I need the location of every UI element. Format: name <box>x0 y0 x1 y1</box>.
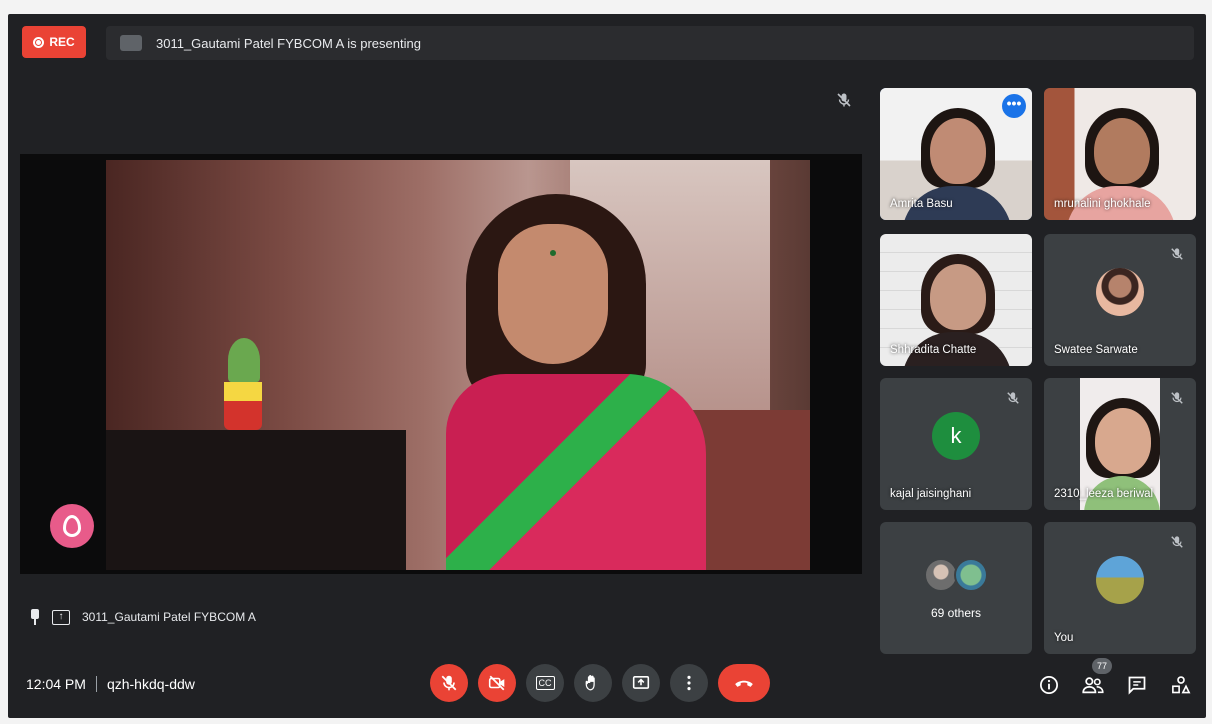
mic-off-icon <box>1171 248 1183 260</box>
mic-off-icon <box>1171 392 1183 404</box>
participant-tile[interactable]: ••• Amrita Basu <box>880 88 1032 220</box>
meeting-info: 12:04 PM qzh-hkdq-ddw <box>26 676 195 692</box>
presentation-icon <box>120 35 142 51</box>
participant-tile[interactable]: k kajal jaisinghani <box>880 378 1032 510</box>
avatar <box>924 557 958 592</box>
more-options-button[interactable] <box>670 664 708 702</box>
participant-tile[interactable]: Swatee Sarwate <box>1044 234 1196 366</box>
pin-icon[interactable] <box>30 609 40 625</box>
present-screen-icon: ↑ <box>52 609 70 625</box>
mic-off-icon <box>1007 392 1019 404</box>
meet-window: REC 3011_Gautami Patel FYBCOM A is prese… <box>8 14 1206 718</box>
participant-grid: ••• Amrita Basu mrunalini ghokhale Shhra… <box>880 88 1198 654</box>
participant-tile[interactable]: Shhradita Chatte <box>880 234 1032 366</box>
mic-off-icon <box>837 93 851 107</box>
presenter-name: 3011_Gautami Patel FYBCOM A <box>82 610 256 624</box>
divider <box>95 676 97 692</box>
plant-image <box>228 338 260 382</box>
recording-indicator[interactable]: REC <box>22 26 86 58</box>
recording-label: REC <box>49 35 75 49</box>
mic-off-icon <box>1171 536 1183 548</box>
participant-name: mrunalini ghokhale <box>1054 198 1151 210</box>
others-count: 69 others <box>930 606 982 620</box>
others-avatars <box>924 557 988 592</box>
hand-icon <box>585 675 595 691</box>
call-controls: CC <box>430 664 770 702</box>
present-icon <box>632 676 650 689</box>
side-panel-buttons: 77 <box>1038 658 1192 696</box>
participant-tile[interactable]: mrunalini ghokhale <box>1044 88 1196 220</box>
self-tile[interactable]: You <box>1044 522 1196 654</box>
presenter-video-frame <box>106 160 810 570</box>
self-label: You <box>1054 632 1074 644</box>
presentation-video <box>20 154 862 574</box>
captions-button[interactable]: CC <box>526 664 564 702</box>
plant-pot-image <box>224 382 262 430</box>
channel-logo <box>50 504 94 548</box>
people-icon <box>1082 677 1104 694</box>
presenter-caption: ↑ 3011_Gautami Patel FYBCOM A <box>30 609 256 625</box>
presenting-text: 3011_Gautami Patel FYBCOM A is presentin… <box>156 35 421 51</box>
camera-toggle-button[interactable] <box>478 664 516 702</box>
record-icon <box>33 36 45 48</box>
meeting-details-button[interactable] <box>1038 674 1060 696</box>
meeting-time: 12:04 PM <box>26 676 86 692</box>
info-icon <box>1040 676 1058 694</box>
main-stage <box>8 74 866 614</box>
end-call-icon <box>735 680 753 687</box>
participant-count-badge: 77 <box>1092 658 1112 674</box>
participant-name: Shhradita Chatte <box>890 344 977 356</box>
activities-button[interactable] <box>1170 674 1192 696</box>
participant-tile[interactable]: 2310_leeza beriwal <box>1044 378 1196 510</box>
captions-icon: CC <box>535 676 555 690</box>
people-button[interactable]: 77 <box>1082 658 1112 696</box>
leave-call-button[interactable] <box>718 664 770 702</box>
self-avatar <box>1096 556 1144 605</box>
chat-button[interactable] <box>1126 674 1148 696</box>
participant-avatar <box>1096 268 1144 317</box>
activities-icon <box>1172 676 1191 694</box>
raise-hand-button[interactable] <box>574 664 612 702</box>
participant-name: kajal jaisinghani <box>890 488 972 500</box>
participant-name: 2310_leeza beriwal <box>1054 488 1154 500</box>
more-options-button[interactable]: ••• <box>1002 94 1026 118</box>
presenting-banner: 3011_Gautami Patel FYBCOM A is presentin… <box>106 26 1194 60</box>
presenter-figure <box>406 184 706 570</box>
more-vert-icon <box>687 675 691 691</box>
mic-off-icon <box>441 675 457 691</box>
bottom-toolbar: 12:04 PM qzh-hkdq-ddw CC 77 <box>8 654 1206 718</box>
participant-name: Swatee Sarwate <box>1054 344 1138 356</box>
present-now-button[interactable] <box>622 664 660 702</box>
participant-avatar: k <box>932 412 980 461</box>
meeting-code: qzh-hkdq-ddw <box>106 676 195 692</box>
avatar <box>954 557 988 592</box>
camera-off-icon <box>488 675 505 691</box>
background-shelf <box>106 430 406 570</box>
mic-toggle-button[interactable] <box>430 664 468 702</box>
chat-icon <box>1128 676 1146 695</box>
participant-name: Amrita Basu <box>890 198 953 210</box>
others-tile[interactable]: 69 others <box>880 522 1032 654</box>
